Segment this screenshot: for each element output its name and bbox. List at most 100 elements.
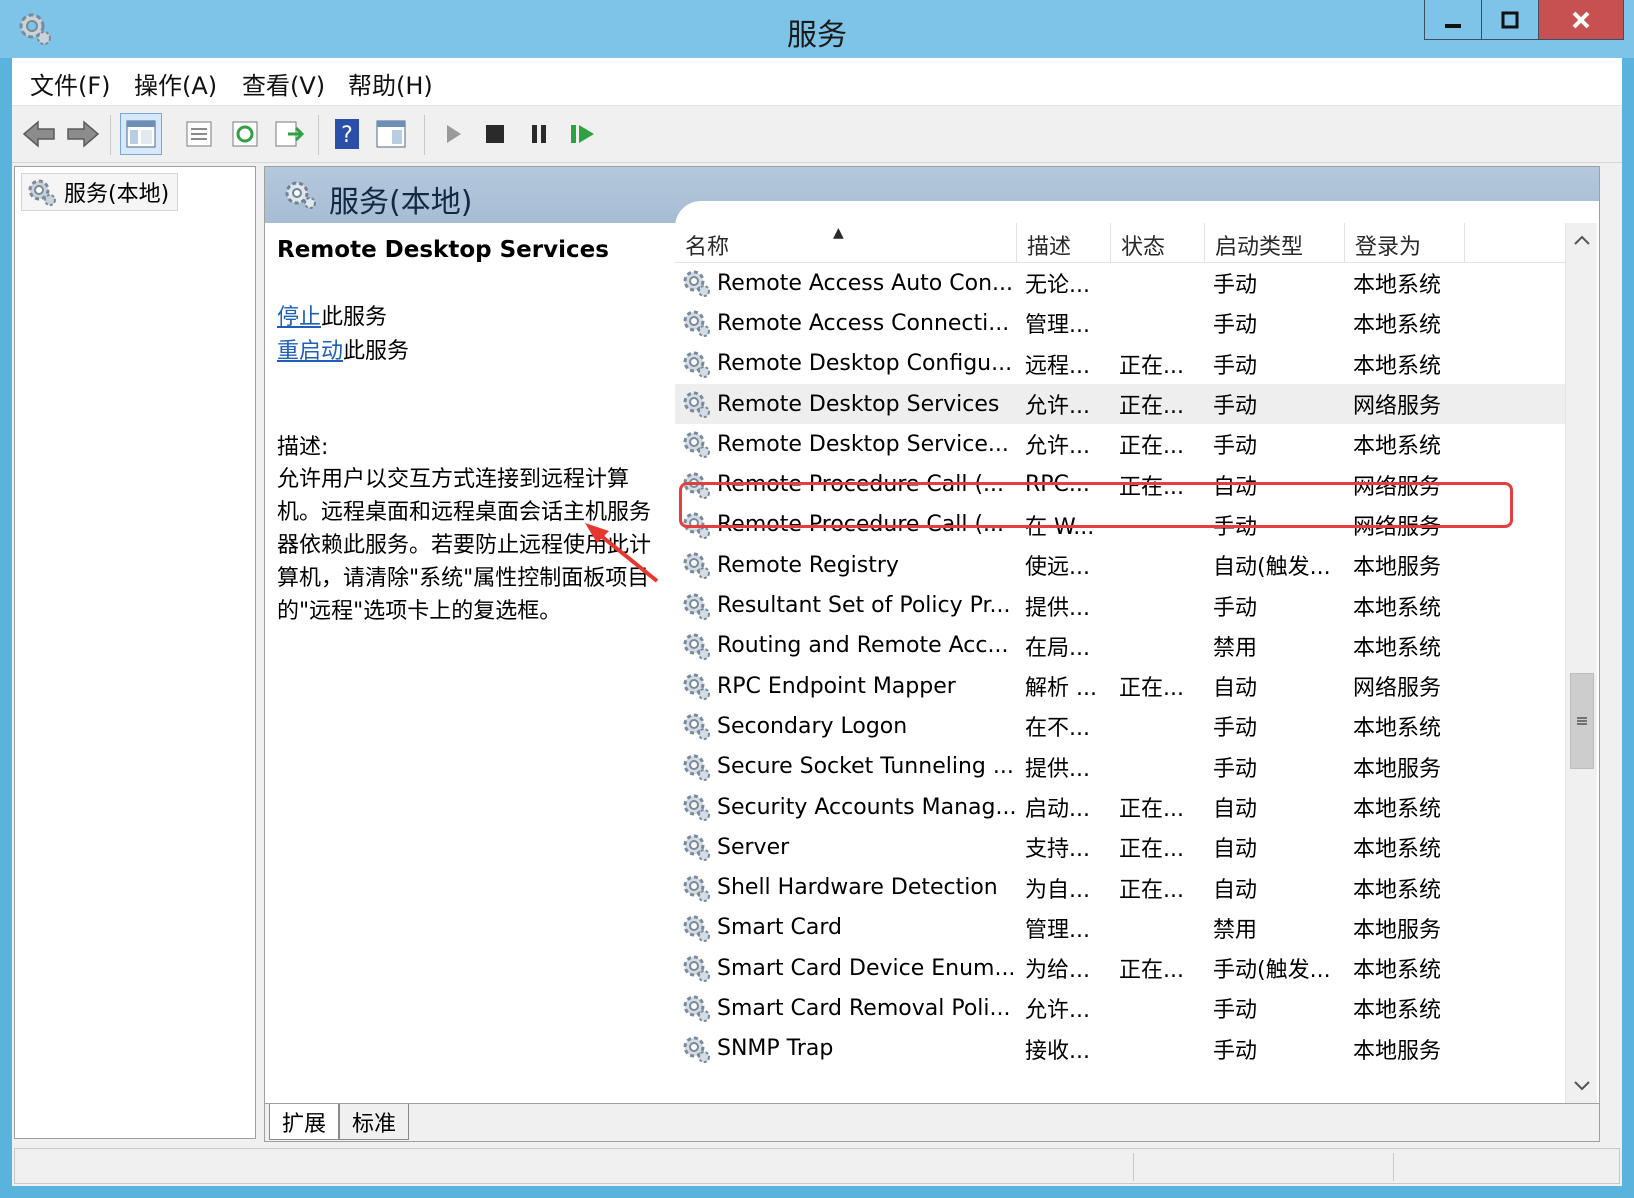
window-client: 文件(F) 操作(A) 查看(V) 帮助(H) ? 服务(本地) 服务(本地) … (12, 58, 1622, 1186)
refresh-button[interactable] (224, 113, 266, 155)
table-row[interactable]: Server 支持... 正在... 自动 本地系统 (675, 827, 1565, 867)
service-status: 正在... (1119, 434, 1184, 460)
service-logon-as: 本地系统 (1353, 434, 1442, 460)
service-description: 在不... (1025, 716, 1090, 742)
service-logon-as: 本地系统 (1353, 837, 1442, 863)
service-logon-as: 本地系统 (1353, 595, 1442, 621)
properties-button[interactable] (178, 113, 220, 155)
service-description: 允许... (1025, 394, 1090, 420)
service-startup-type: 手动 (1213, 716, 1258, 742)
forward-button[interactable] (62, 113, 104, 155)
table-row[interactable]: Security Accounts Manag... 启动... 正在... 自动 本地… (675, 787, 1565, 827)
tab-extended[interactable]: 扩展 (269, 1104, 340, 1140)
pause-service-button[interactable] (518, 113, 560, 155)
forward-icon (67, 120, 100, 148)
service-description: 接收... (1025, 1038, 1090, 1064)
service-status: 正在... (1119, 877, 1184, 903)
scroll-down-button[interactable] (1566, 1069, 1598, 1103)
export-button[interactable] (268, 113, 310, 155)
service-gear-icon (683, 431, 710, 459)
column-status[interactable]: 状态 (1111, 223, 1205, 263)
service-description: 提供... (1025, 595, 1090, 621)
vertical-scrollbar[interactable] (1565, 223, 1597, 1103)
service-startup-type: 手动(触发... (1213, 958, 1331, 984)
minimize-button[interactable] (1424, 0, 1482, 40)
column-description[interactable]: 描述 (1017, 223, 1111, 263)
table-row[interactable]: Remote Access Connecti... 管理... 手动 本地系统 (675, 303, 1565, 343)
service-name-cell: Remote Desktop Service... (675, 429, 1017, 459)
tree-item-services-local[interactable]: 服务(本地) (21, 173, 179, 211)
service-gear-icon (683, 794, 710, 821)
service-description: 为自... (1025, 877, 1090, 903)
window-title: 服务 (787, 18, 847, 53)
status-bar (14, 1148, 1620, 1184)
table-row[interactable]: Smart Card Device Enum... 为给... 正在... 手动(触发… (675, 948, 1565, 988)
service-description: 远程... (1025, 353, 1090, 379)
column-startup-type[interactable]: 启动类型 (1205, 223, 1345, 263)
show-hide-button[interactable] (370, 113, 412, 155)
menu-bar: 文件(F) 操作(A) 查看(V) 帮助(H) (12, 58, 1622, 106)
chevron-down-icon (1574, 1081, 1590, 1091)
service-name-cell: Secure Socket Tunneling ... (675, 752, 1017, 782)
table-row[interactable]: Smart Card 管理... 禁用 本地服务 (675, 908, 1565, 948)
start-service-button[interactable] (432, 113, 474, 155)
table-row[interactable]: SNMP Trap 接收... 手动 本地服务 (675, 1029, 1565, 1069)
service-logon-as: 本地服务 (1353, 1038, 1442, 1064)
menu-help[interactable]: 帮助(H) (348, 66, 433, 101)
service-startup-type: 自动 (1213, 676, 1258, 702)
table-row[interactable]: Smart Card Removal Poli... 允许... 手动 本地系统 (675, 988, 1565, 1028)
table-row[interactable]: Shell Hardware Detection 为自... 正在... 自动 本地系统 (675, 867, 1565, 907)
toolbar: ? (12, 107, 1622, 163)
scroll-up-button[interactable] (1566, 223, 1598, 257)
table-row[interactable]: Secure Socket Tunneling ... 提供... 手动 本地服务 (675, 747, 1565, 787)
maximize-button[interactable] (1481, 0, 1539, 40)
menu-file[interactable]: 文件(F) (30, 66, 111, 101)
chevron-up-icon (1574, 235, 1590, 245)
description-label: 描述: (277, 435, 329, 460)
service-gear-icon (683, 270, 710, 298)
table-row[interactable]: Remote Desktop Configu... 远程... 正在... 手动 本地系… (675, 344, 1565, 384)
table-row[interactable]: Remote Desktop Service... 允许... 正在... 手动 本地系… (675, 424, 1565, 464)
table-row[interactable]: RPC Endpoint Mapper 解析 ... 正在... 自动 网络服务 (675, 666, 1565, 706)
annotation-arrow-icon (585, 523, 659, 583)
table-row[interactable]: Remote Registry 使远... 自动(触发... 本地服务 (675, 545, 1565, 585)
service-name-cell: SNMP Trap (675, 1034, 1017, 1064)
stop-service-button[interactable] (474, 113, 516, 155)
table-row[interactable]: Secondary Logon 在不... 手动 本地系统 (675, 706, 1565, 746)
column-name[interactable]: 名称 ▲ (675, 223, 1017, 263)
service-name: Server (717, 834, 790, 860)
back-button[interactable] (18, 113, 60, 155)
table-row[interactable]: Routing and Remote Acc... 在局... 禁用 本地系统 (675, 626, 1565, 666)
service-status: 正在... (1119, 394, 1184, 420)
service-description: 允许... (1025, 998, 1090, 1024)
menu-action[interactable]: 操作(A) (134, 66, 217, 101)
service-name-cell: Resultant Set of Policy Pr... (675, 591, 1017, 621)
help-button[interactable]: ? (326, 113, 368, 155)
service-description: 无论... (1025, 273, 1090, 299)
service-gear-icon (683, 713, 710, 741)
service-logon-as: 本地系统 (1353, 313, 1442, 339)
table-row[interactable]: Remote Access Auto Con... 无论... 手动 本地系统 (675, 263, 1565, 303)
service-gear-icon (683, 310, 710, 338)
view-tabs: 扩展 标准 (265, 1103, 1599, 1141)
restart-service-link[interactable]: 重启动 (277, 339, 343, 364)
help-icon: ? (335, 119, 359, 149)
tab-standard[interactable]: 标准 (339, 1104, 410, 1140)
scroll-thumb[interactable] (1570, 673, 1594, 769)
service-name: RPC Endpoint Mapper (717, 673, 956, 699)
close-button[interactable] (1538, 0, 1624, 40)
menu-view[interactable]: 查看(V) (242, 66, 325, 101)
table-row[interactable]: Remote Desktop Services 允许... 正在... 手动 网络服务 (675, 383, 1565, 425)
column-logon-as[interactable]: 登录为 (1345, 223, 1465, 263)
service-logon-as: 本地系统 (1353, 353, 1442, 379)
service-gear-icon (683, 875, 710, 902)
service-logon-as: 本地系统 (1353, 716, 1442, 742)
service-description: 在局... (1025, 635, 1090, 661)
show-tree-button[interactable] (120, 113, 162, 155)
resume-service-button[interactable] (562, 113, 604, 155)
service-startup-type: 手动 (1213, 998, 1258, 1024)
table-row[interactable]: Resultant Set of Policy Pr... 提供... 手动 本地系统 (675, 585, 1565, 625)
stop-service-link[interactable]: 停止 (277, 305, 321, 330)
refresh-icon (232, 121, 258, 147)
service-startup-type: 自动 (1213, 837, 1258, 863)
